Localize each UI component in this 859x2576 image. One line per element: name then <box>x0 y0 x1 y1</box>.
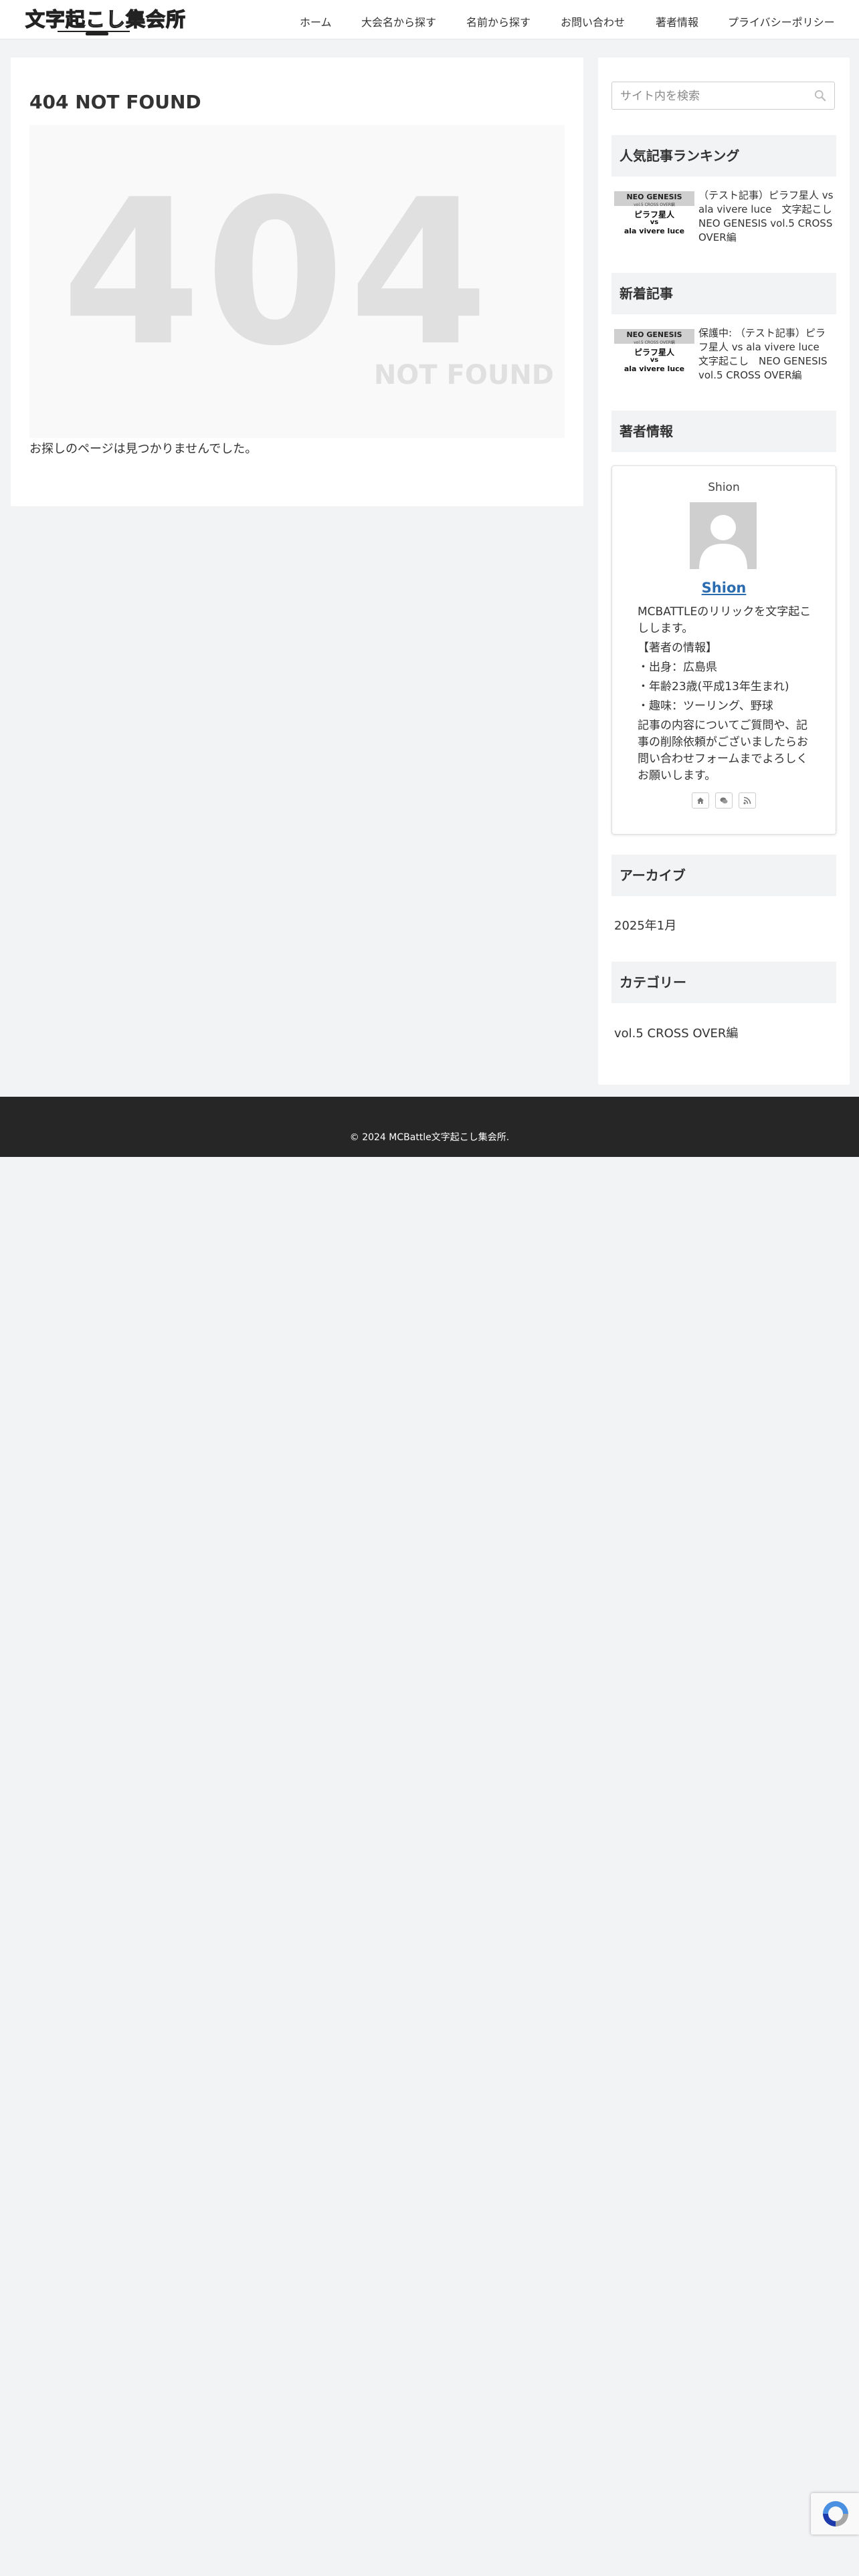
thumb-competitor-2: ala vivere luce <box>624 227 685 235</box>
author-comments-button[interactable] <box>715 792 733 809</box>
article-title[interactable]: 保護中: （テスト記事）ピラフ星人 vs ala vivere luce 文字起… <box>698 326 835 383</box>
sidebar: 人気記事ランキング NEO GENESIS vol.5 CROSS OVER編 … <box>598 58 850 1085</box>
author-bio-age: ・年齢23歳(平成13年生まれ) <box>638 680 789 693</box>
home-icon <box>696 797 704 804</box>
main-content: 404 NOT FOUND 404 NOT FOUND お探しのページは見つかり… <box>11 58 583 506</box>
recent-article-item[interactable]: NEO GENESIS vol.5 CROSS OVER編 ピラフ星人 vs a… <box>614 326 835 383</box>
archive-item[interactable]: 2025年1月 <box>614 916 676 934</box>
author-bio-info-heading: 【著者の情報】 <box>638 641 717 655</box>
author-name-link[interactable]: Shion <box>612 580 836 596</box>
avatar[interactable] <box>690 502 757 569</box>
author-home-button[interactable] <box>691 792 709 809</box>
recaptcha-icon <box>823 2501 848 2527</box>
nav-author[interactable]: 著者情報 <box>656 13 698 29</box>
search-icon[interactable] <box>814 90 826 102</box>
recaptcha-badge[interactable] <box>811 2493 859 2535</box>
thumb-vs: vs <box>650 219 659 226</box>
not-found-image-digits: 404 <box>61 156 493 390</box>
author-bio-hobbies: ・趣味：ツーリング、野球 <box>638 700 773 713</box>
archive-heading: アーカイブ <box>611 855 836 896</box>
author-bio: MCBATTLEのリリックを文字起こしします。 【著者の情報】 ・出身：広島県 … <box>638 604 818 787</box>
not-found-image-caption: NOT FOUND <box>373 360 554 391</box>
article-thumbnail[interactable]: NEO GENESIS vol.5 CROSS OVER編 ピラフ星人 vs a… <box>614 329 694 374</box>
page-title: 404 NOT FOUND <box>29 91 201 113</box>
not-found-message: お探しのページは見つかりませんでした。 <box>29 442 258 456</box>
comments-icon <box>720 797 728 804</box>
author-links <box>612 792 836 809</box>
popular-article-item[interactable]: NEO GENESIS vol.5 CROSS OVER編 ピラフ星人 vs a… <box>614 189 835 245</box>
thumb-volume: vol.5 CROSS OVER編 <box>634 203 675 207</box>
copyright: © 2024 MCBattle文字起こし集会所. <box>349 1132 510 1143</box>
category-heading: カテゴリー <box>611 962 836 1003</box>
thumb-event-name: NEO GENESIS <box>626 193 682 201</box>
thumb-volume: vol.5 CROSS OVER編 <box>634 340 675 345</box>
default-avatar-icon <box>699 515 747 569</box>
thumb-vs: vs <box>650 356 659 364</box>
author-bio-intro: MCBATTLEのリリックを文字起こしします。 <box>638 605 812 635</box>
author-card: Shion Shion MCBATTLEのリリックを文字起こしします。 【著者の… <box>611 465 836 835</box>
rss-icon <box>743 796 751 804</box>
recent-heading: 新着記事 <box>611 273 836 314</box>
search-input[interactable] <box>619 82 802 110</box>
popular-heading: 人気記事ランキング <box>611 135 836 177</box>
search-form <box>611 82 835 110</box>
author-rss-button[interactable] <box>739 792 757 809</box>
thumb-event-name: NEO GENESIS <box>626 330 682 339</box>
author-bio-hometown: ・出身：広島県 <box>638 661 717 674</box>
site-footer: © 2024 MCBattle文字起こし集会所. <box>0 1097 859 1157</box>
article-thumbnail[interactable]: NEO GENESIS vol.5 CROSS OVER編 ピラフ星人 vs a… <box>614 191 694 237</box>
category-item[interactable]: vol.5 CROSS OVER編 <box>614 1024 738 1041</box>
thumb-competitor-2: ala vivere luce <box>624 364 685 373</box>
nav-by-name[interactable]: 名前から探す <box>466 13 531 29</box>
author-bio-contact-note: 記事の内容についてご質問や、記事の削除依頼がございましたらお問い合わせフォームま… <box>638 719 808 782</box>
nav-contact[interactable]: お問い合わせ <box>561 13 625 29</box>
article-title[interactable]: （テスト記事）ピラフ星人 vs ala vivere luce 文字起こし NE… <box>698 189 835 245</box>
site-header: 文字起こし集会所 ホーム 大会名から探す 名前から探す お問い合わせ 著者情報 … <box>0 0 859 39</box>
author-heading: 著者情報 <box>611 411 836 452</box>
nav-privacy-policy[interactable]: プライバシーポリシー <box>728 13 835 29</box>
nav-by-tournament[interactable]: 大会名から探す <box>361 13 436 29</box>
nav-home[interactable]: ホーム <box>300 13 332 29</box>
author-name-label: Shion <box>708 481 740 494</box>
global-nav: ホーム 大会名から探す 名前から探す お問い合わせ 著者情報 プライバシーポリシ… <box>0 0 859 39</box>
